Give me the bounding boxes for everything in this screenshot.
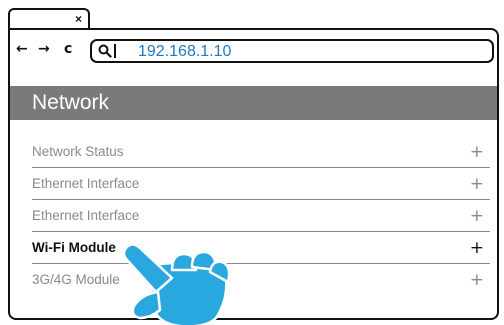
menu-item-label: Ethernet Interface [32, 176, 140, 191]
close-tab-icon[interactable]: × [75, 11, 82, 27]
expand-icon[interactable]: + [470, 143, 484, 161]
menu-item-label: Ethernet Interface [32, 208, 140, 223]
expand-icon[interactable]: + [470, 207, 484, 225]
network-menu: Network Status + Ethernet Interface + Et… [32, 136, 490, 296]
back-icon[interactable]: ← [16, 40, 28, 58]
expand-icon[interactable]: + [470, 175, 484, 193]
page-header: Network [10, 86, 497, 120]
menu-item-3g-4g-module[interactable]: 3G/4G Module + [32, 264, 490, 296]
menu-item-network-status[interactable]: Network Status + [32, 136, 490, 168]
menu-item-label: Wi-Fi Module [32, 240, 116, 255]
menu-item-ethernet-interface[interactable]: Ethernet Interface + [32, 168, 490, 200]
menu-item-ethernet-interface-2[interactable]: Ethernet Interface + [32, 200, 490, 232]
address-bar[interactable]: 192.168.1.10 [90, 39, 494, 63]
menu-item-label: 3G/4G Module [32, 272, 120, 287]
menu-item-wifi-module[interactable]: Wi-Fi Module + [32, 232, 490, 264]
menu-item-label: Network Status [32, 144, 124, 159]
browser-window: ← → c 192.168.1.10 Network Network Statu… [8, 28, 499, 320]
address-value: 192.168.1.10 [138, 43, 232, 60]
navigation-bar: ← → c 192.168.1.10 [10, 30, 497, 76]
reload-icon[interactable]: c [64, 40, 72, 58]
expand-icon[interactable]: + [470, 239, 484, 257]
pointing-hand-icon [122, 243, 231, 325]
search-icon [98, 44, 112, 58]
page-title: Network [32, 91, 110, 114]
browser-tab[interactable]: × [8, 8, 90, 30]
forward-icon[interactable]: → [38, 40, 50, 58]
text-cursor [114, 44, 116, 58]
expand-icon[interactable]: + [470, 271, 484, 289]
